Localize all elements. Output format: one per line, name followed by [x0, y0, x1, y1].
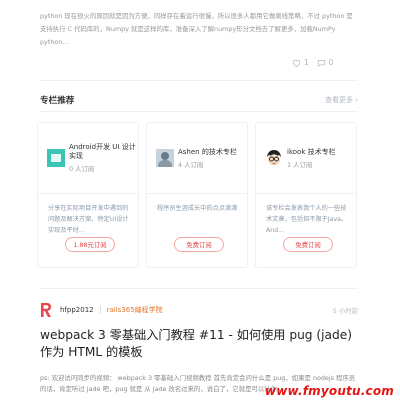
author-name[interactable]: hfpp2012: [60, 306, 94, 314]
subscribe-button[interactable]: 免费订阅: [283, 237, 333, 252]
card-title[interactable]: ikook 技术专栏: [287, 148, 336, 157]
card-info: Ashen 的技术专栏 4 人订阅: [178, 148, 237, 169]
previous-post-actions: 1 0: [292, 58, 334, 67]
like-count: 1: [304, 58, 309, 67]
subscribe-button[interactable]: 1.88元订阅: [65, 237, 115, 252]
post-time: 5 小时前: [332, 306, 358, 315]
card-description: 程序员生涯成长中的点点滴滴: [157, 205, 238, 212]
card-header: Android开发 UI 设计实现 0 人订阅: [38, 123, 138, 194]
card-header: ikook 技术专栏 1 人订阅: [256, 123, 356, 194]
card-title[interactable]: Android开发 UI 设计实现: [69, 143, 138, 161]
comment-button[interactable]: 0: [317, 58, 334, 67]
columns-section-header: 专栏推荐 查看更多 ›: [40, 94, 358, 106]
card-subscribers: 1 人订阅: [287, 160, 313, 169]
post-meta: hfpp2012 rails365编程学院 5 小时前: [40, 302, 358, 318]
android-ui-cover-icon: [47, 149, 65, 167]
section-title: 专栏推荐: [40, 96, 75, 106]
card-description: 该专栏会发表我个人的一些技术文章，包括但不限于Java、And...: [266, 205, 348, 234]
previous-post-excerpt: python 现在很火的原因就是因为方便，同样存在着运行很慢，所以很多人都用它做…: [40, 12, 353, 46]
card-subscribers: 4 人订阅: [178, 160, 204, 169]
column-card[interactable]: Android开发 UI 设计实现 0 人订阅 分享在实际项目开发中遇到的问题及…: [37, 122, 139, 268]
divider: [40, 111, 358, 112]
column-card[interactable]: ikook 技术专栏 1 人订阅 该专栏会发表我个人的一些技术文章，包括但不限于…: [255, 122, 357, 268]
divider: [40, 80, 358, 81]
subscribe-button[interactable]: 免费订阅: [174, 237, 224, 252]
card-info: ikook 技术专栏 1 人订阅: [287, 148, 336, 169]
comment-icon: [317, 59, 325, 67]
heart-icon: [292, 59, 301, 67]
divider: [99, 306, 101, 314]
like-button[interactable]: 1: [292, 58, 309, 67]
rails-logo-icon[interactable]: [40, 302, 52, 318]
card-title[interactable]: Ashen 的技术专栏: [178, 148, 237, 157]
card-header: Ashen 的技术专栏 4 人订阅: [147, 123, 247, 194]
card-subscribers: 0 人订阅: [69, 165, 95, 173]
comment-count: 0: [328, 58, 334, 67]
card-info: Android开发 UI 设计实现 0 人订阅: [69, 143, 138, 173]
ikook-cartoon-cover-icon: [265, 149, 283, 167]
author-tag[interactable]: rails365编程学院: [107, 305, 163, 315]
card-description: 分享在实际项目开发中遇到的问题及解决方案、特定UI设计实现及平时...: [48, 205, 129, 234]
ashen-avatar-cover-icon: [156, 149, 174, 167]
divider: [40, 288, 358, 289]
column-cards: Android开发 UI 设计实现 0 人订阅 分享在实际项目开发中遇到的问题及…: [37, 122, 357, 268]
post-title[interactable]: webpack 3 零基础入门教程 #11 - 如何使用 pug (jade) …: [40, 327, 362, 361]
site-watermark: www.fmyoutu.com: [264, 384, 394, 398]
view-more-link[interactable]: 查看更多 ›: [325, 95, 358, 105]
column-card[interactable]: Ashen 的技术专栏 4 人订阅 程序员生涯成长中的点点滴滴 免费订阅: [146, 122, 248, 268]
